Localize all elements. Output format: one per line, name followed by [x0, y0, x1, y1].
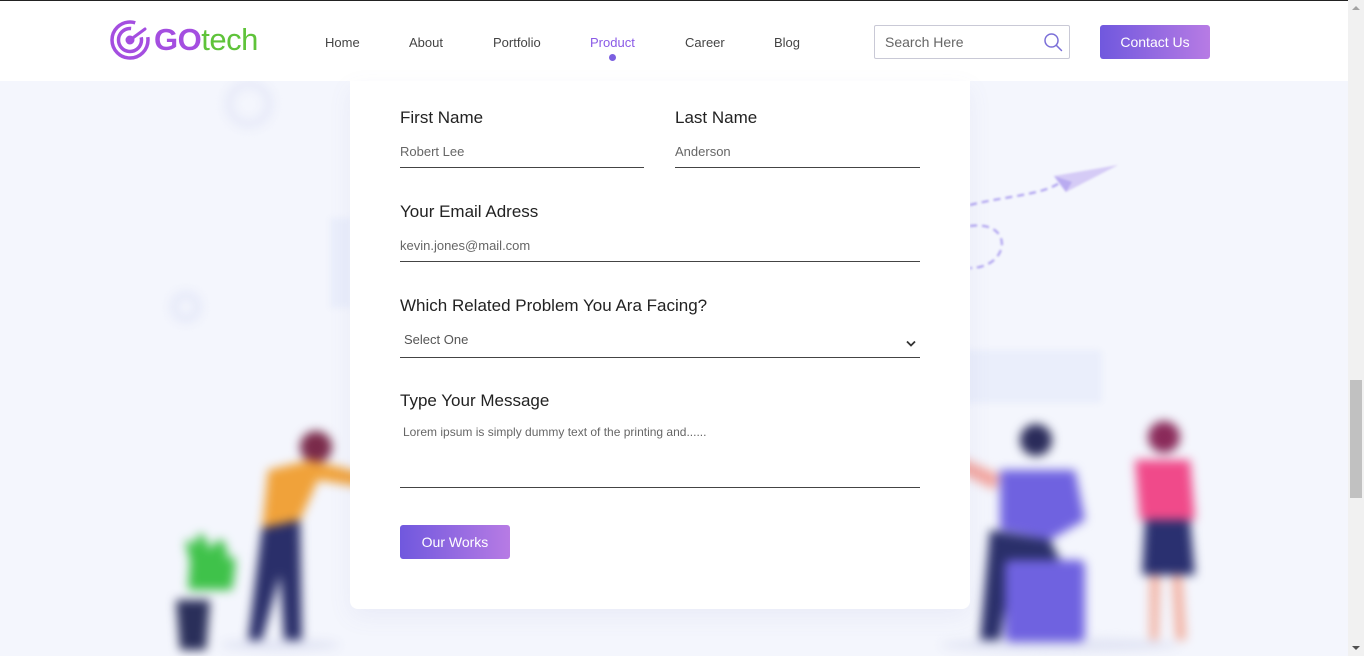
- message-label: Type Your Message: [400, 391, 550, 410]
- message-textarea[interactable]: Lorem ipsum is simply dummy text of the …: [400, 424, 920, 488]
- nav-product[interactable]: Product: [590, 35, 635, 61]
- nav-home[interactable]: Home: [325, 35, 360, 50]
- our-works-button[interactable]: Our Works: [400, 525, 510, 559]
- first-name-field[interactable]: [400, 136, 644, 168]
- search-input[interactable]: [875, 26, 1035, 58]
- chevron-down-icon: [906, 335, 916, 353]
- problem-label: Which Related Problem You Ara Facing?: [400, 296, 708, 315]
- last-name-label: Last Name: [675, 108, 758, 127]
- problem-select-value: Select One: [404, 332, 469, 347]
- nav-about[interactable]: About: [409, 35, 443, 50]
- site-header: GOtech Home About Portfolio Product Care…: [0, 0, 1348, 81]
- nav-career[interactable]: Career: [685, 35, 725, 50]
- logo-text: GOtech: [154, 22, 258, 58]
- search-box: [874, 25, 1070, 59]
- contact-us-button[interactable]: Contact Us: [1100, 25, 1210, 59]
- background-rect-ghost: [330, 218, 352, 308]
- scrollbar-thumb[interactable]: [1350, 380, 1362, 498]
- page-scrollbar[interactable]: [1348, 0, 1364, 656]
- last-name-field[interactable]: [675, 136, 920, 168]
- nav-blog[interactable]: Blog: [774, 35, 800, 50]
- email-label: Your Email Adress: [400, 202, 539, 221]
- problem-select[interactable]: Select One: [400, 324, 920, 358]
- logo-go: GO: [154, 22, 202, 57]
- nav-portfolio[interactable]: Portfolio: [493, 35, 541, 50]
- email-field[interactable]: [400, 230, 920, 262]
- scroll-down-arrow-icon[interactable]: [1348, 640, 1364, 656]
- search-icon[interactable]: [1043, 32, 1063, 57]
- logo-tech: tech: [201, 22, 258, 57]
- nav-product-label: Product: [590, 35, 635, 50]
- logo[interactable]: GOtech: [109, 19, 258, 61]
- target-swirl-logo-icon: [110, 20, 150, 60]
- active-indicator-dot: [609, 54, 617, 61]
- scroll-up-arrow-icon[interactable]: [1348, 0, 1364, 16]
- background-card-ghost: [960, 350, 1102, 403]
- contact-form-card: First Name Last Name Your Email Adress W…: [350, 81, 970, 609]
- first-name-label: First Name: [400, 108, 484, 127]
